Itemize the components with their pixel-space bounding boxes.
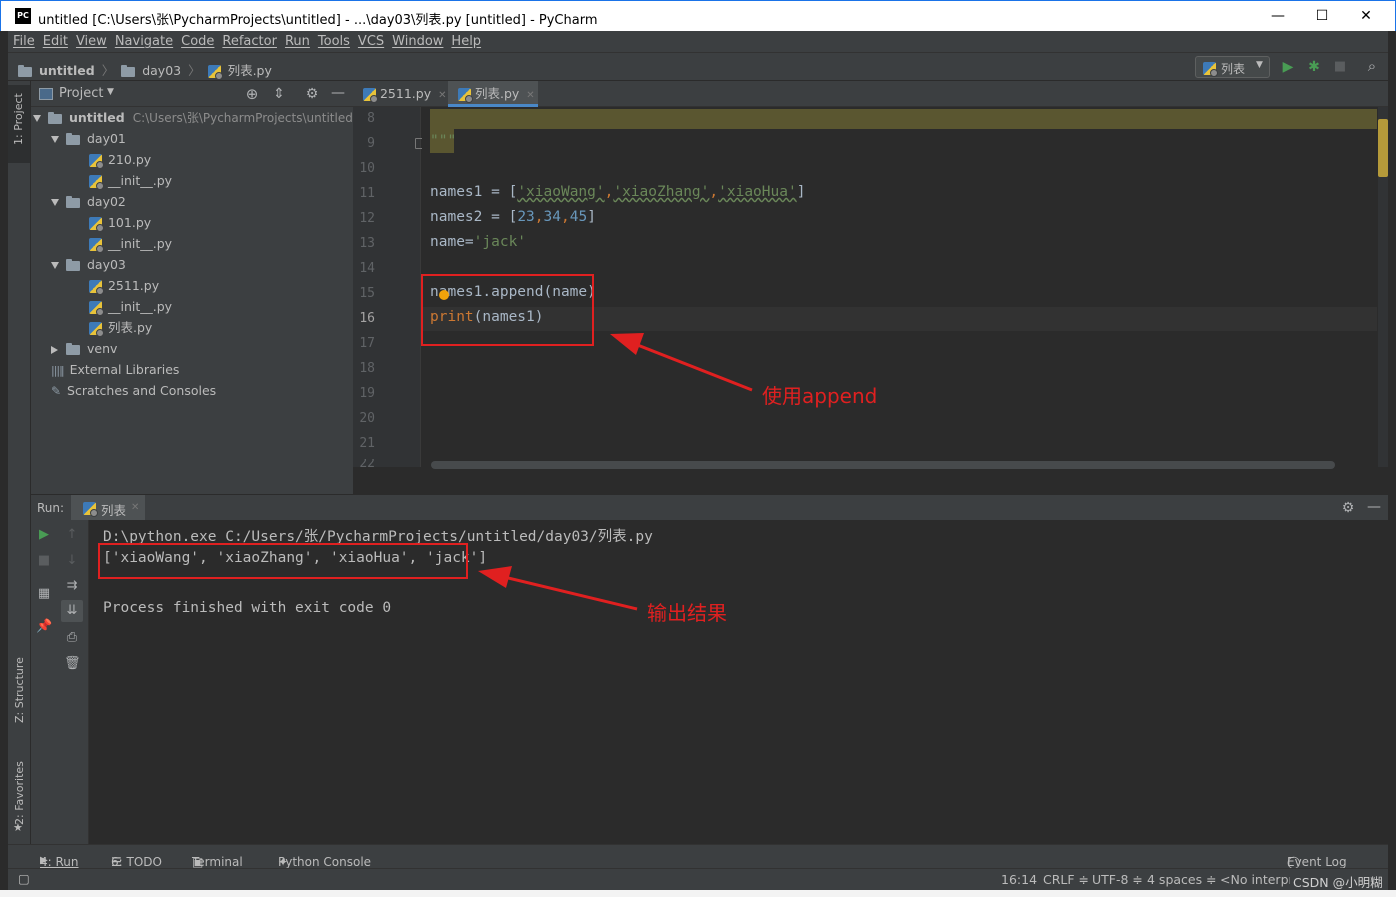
run-tool-label: 4: Run [40,855,79,869]
annotation-arrowhead [478,566,512,588]
tool-window-buttons-bar: ▶ 4: Run ☰ 6: TODO ▣ Terminal ✦ Python C… [8,844,1388,869]
status-bar: ▢ 16:14 CRLF ≑ UTF-8 ≑ 4 spaces ≑ <No in… [8,868,1388,891]
file-encoding[interactable]: UTF-8 ≑ [1092,872,1143,887]
annotation-arrows [478,333,753,611]
annotation-arrowhead [610,333,644,355]
watermark: CSDN @小明糊 [1290,872,1383,891]
annotation-arrow-line [629,340,753,392]
panel-toggle-icon[interactable]: ▢ [18,871,30,886]
indent-setting[interactable]: 4 spaces ≑ [1147,872,1217,887]
os-taskbar [0,890,1396,897]
annotation-label-append: 使用append [762,384,878,408]
cursor-position[interactable]: 16:14 [1001,872,1037,887]
terminal-tool-label: Terminal [192,855,243,869]
python-console-tool-label: Python Console [278,855,372,869]
event-log-tool-label: Event Log [1287,855,1347,869]
annotation-arrow-line [499,574,638,611]
annotation-label-output: 输出结果 [647,601,727,625]
line-separator[interactable]: CRLF ≑ [1043,872,1089,887]
todo-tool-label: 6: TODO [111,855,162,869]
